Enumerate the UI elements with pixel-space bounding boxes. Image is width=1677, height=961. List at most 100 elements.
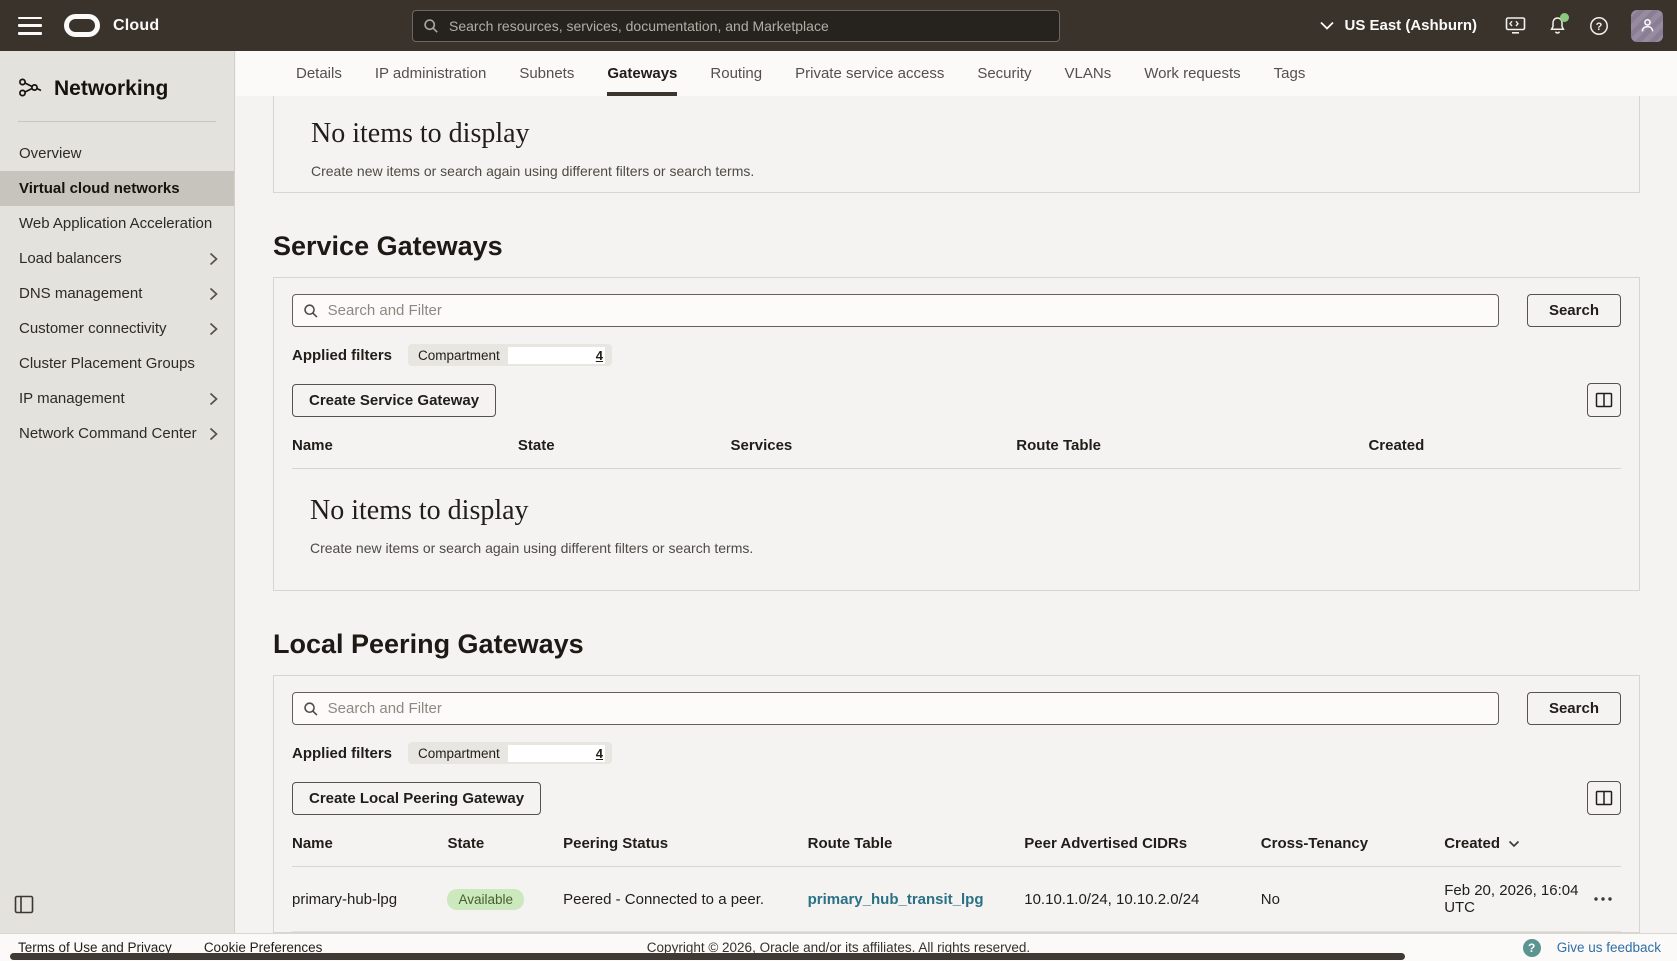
column-header-cross-tenancy[interactable]: Cross-Tenancy	[1261, 835, 1444, 852]
networking-icon	[18, 77, 42, 101]
column-header-created-label: Created	[1444, 835, 1500, 852]
tab-security[interactable]: Security	[977, 51, 1031, 96]
sidebar-item-network-command-center[interactable]: Network Command Center	[0, 416, 234, 451]
local-peering-gateways-heading: Local Peering Gateways	[273, 629, 1640, 660]
create-local-peering-gateway-button[interactable]: Create Local Peering Gateway	[292, 782, 541, 815]
filter-chip-redacted-value	[508, 347, 596, 364]
column-header-name[interactable]: Name	[292, 437, 518, 454]
column-header-peer-advertised-cidrs[interactable]: Peer Advertised CIDRs	[1024, 835, 1261, 852]
sidebar-item-load-balancers[interactable]: Load balancers	[0, 241, 234, 276]
applied-filters-label: Applied filters	[292, 745, 392, 762]
table-row[interactable]: primary-hub-lpg Available Peered - Conne…	[292, 867, 1621, 932]
route-table-link[interactable]: primary_hub_transit_lpg	[808, 891, 984, 908]
sidebar-item-label: Network Command Center	[19, 425, 197, 442]
top-bar: Cloud US East (Ashburn) ?	[0, 0, 1677, 51]
filter-chip-redacted-value	[508, 745, 596, 762]
column-header-created[interactable]: Created	[1368, 437, 1621, 454]
topbar-actions: US East (Ashburn) ?	[1320, 0, 1663, 51]
sg-table-header: Name State Services Route Table Created	[292, 437, 1621, 469]
column-header-state[interactable]: State	[447, 835, 563, 852]
search-icon	[423, 18, 439, 34]
column-header-route-table[interactable]: Route Table	[808, 835, 1025, 852]
user-menu-button[interactable]	[1631, 10, 1663, 42]
sg-search-field[interactable]	[292, 294, 1499, 327]
sidebar-item-web-application-acceleration[interactable]: Web Application Acceleration	[0, 206, 234, 241]
feedback-help-icon[interactable]: ?	[1523, 939, 1541, 957]
main-content: No items to display Create new items or …	[236, 96, 1677, 933]
tab-tags[interactable]: Tags	[1274, 51, 1306, 96]
global-search[interactable]	[412, 10, 1060, 42]
sidebar-item-label: IP management	[19, 390, 125, 407]
sg-manage-columns-button[interactable]	[1587, 383, 1621, 417]
empty-state-caption: Create new items or search again using d…	[311, 163, 1602, 179]
sidebar-nav: Overview Virtual cloud networks Web Appl…	[0, 136, 234, 451]
collapse-panel-icon	[14, 895, 34, 914]
global-search-input[interactable]	[449, 18, 1049, 34]
service-gateways-heading: Service Gateways	[273, 231, 1640, 262]
sidebar-header: Networking	[0, 51, 234, 121]
cloud-shell-button[interactable]	[1505, 16, 1526, 35]
sg-search-input[interactable]	[328, 302, 1488, 319]
sidebar-item-label: Customer connectivity	[19, 320, 167, 337]
sidebar-item-ip-management[interactable]: IP management	[0, 381, 234, 416]
filter-chip-label: Compartment	[418, 746, 500, 761]
region-label: US East (Ashburn)	[1344, 17, 1477, 34]
row-actions-menu-button[interactable]	[1581, 896, 1621, 902]
lpg-search-row: Search	[292, 692, 1621, 725]
search-icon	[303, 303, 319, 319]
filter-chip-suffix: 4	[596, 347, 605, 364]
chevron-right-icon	[209, 427, 218, 441]
empty-state-caption: Create new items or search again using d…	[310, 540, 1603, 556]
column-header-services[interactable]: Services	[731, 437, 1017, 454]
tab-details[interactable]: Details	[296, 51, 342, 96]
columns-icon	[1595, 790, 1613, 806]
give-feedback-link[interactable]: Give us feedback	[1557, 940, 1661, 955]
lpg-actions-row: Create Local Peering Gateway	[292, 781, 1621, 815]
brand[interactable]: Cloud	[64, 14, 159, 37]
tab-gateways[interactable]: Gateways	[607, 51, 677, 96]
column-header-name[interactable]: Name	[292, 835, 447, 852]
lpg-applied-filters: Applied filters Compartment 4	[292, 742, 1621, 764]
lpg-search-input[interactable]	[328, 700, 1488, 717]
service-gateways-section: Search Applied filters Compartment 4 Cre…	[273, 277, 1640, 591]
sidebar-item-cluster-placement-groups[interactable]: Cluster Placement Groups	[0, 346, 234, 381]
lpg-manage-columns-button[interactable]	[1587, 781, 1621, 815]
help-button[interactable]: ?	[1589, 16, 1609, 36]
columns-icon	[1595, 392, 1613, 408]
sidebar-item-virtual-cloud-networks[interactable]: Virtual cloud networks	[0, 171, 234, 206]
column-header-state[interactable]: State	[518, 437, 731, 454]
sidebar-item-customer-connectivity[interactable]: Customer connectivity	[0, 311, 234, 346]
tab-ip-administration[interactable]: IP administration	[375, 51, 486, 96]
sidebar-item-dns-management[interactable]: DNS management	[0, 276, 234, 311]
tab-vlans[interactable]: VLANs	[1065, 51, 1112, 96]
sidebar-collapse-button[interactable]	[14, 895, 34, 919]
filter-chip-suffix: 4	[596, 745, 605, 762]
sidebar-item-label: Cluster Placement Groups	[19, 355, 195, 372]
tab-bar: Details IP administration Subnets Gatewa…	[236, 51, 1677, 96]
chevron-right-icon	[209, 322, 218, 336]
cell-cross-tenancy: No	[1261, 891, 1444, 908]
horizontal-scrollbar-thumb[interactable]	[10, 953, 1405, 960]
cell-peering-status: Peered - Connected to a peer.	[563, 891, 808, 908]
tab-subnets[interactable]: Subnets	[519, 51, 574, 96]
lpg-search-button[interactable]: Search	[1527, 692, 1621, 725]
lpg-compartment-filter-chip[interactable]: Compartment 4	[408, 742, 612, 764]
applied-filters-label: Applied filters	[292, 347, 392, 364]
create-service-gateway-button[interactable]: Create Service Gateway	[292, 384, 496, 417]
tab-work-requests[interactable]: Work requests	[1144, 51, 1240, 96]
sg-search-row: Search	[292, 294, 1621, 327]
column-header-route-table[interactable]: Route Table	[1016, 437, 1368, 454]
tab-private-service-access[interactable]: Private service access	[795, 51, 944, 96]
region-selector[interactable]: US East (Ashburn)	[1320, 17, 1477, 34]
sidebar-item-overview[interactable]: Overview	[0, 136, 234, 171]
sg-search-button[interactable]: Search	[1527, 294, 1621, 327]
sg-compartment-filter-chip[interactable]: Compartment 4	[408, 344, 612, 366]
hamburger-menu-icon[interactable]	[18, 17, 42, 35]
lpg-search-field[interactable]	[292, 692, 1499, 725]
tab-routing[interactable]: Routing	[710, 51, 762, 96]
lpg-table-header: Name State Peering Status Route Table Pe…	[292, 835, 1621, 867]
column-header-created[interactable]: Created	[1444, 835, 1581, 852]
column-header-peering-status[interactable]: Peering Status	[563, 835, 808, 852]
notifications-button[interactable]	[1548, 16, 1567, 36]
filter-chip-label: Compartment	[418, 348, 500, 363]
